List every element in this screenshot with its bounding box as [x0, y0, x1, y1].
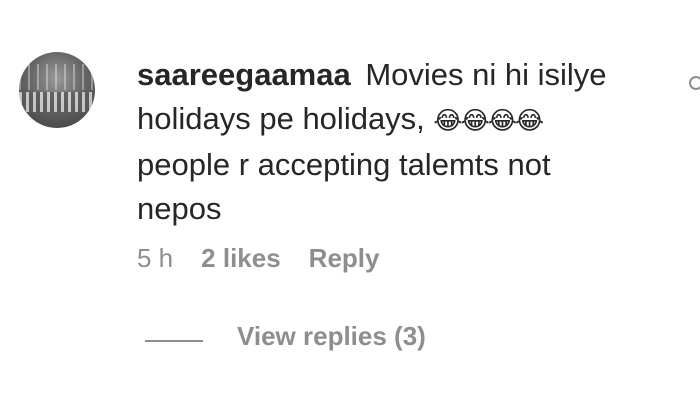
- avatar-pattern: [19, 64, 95, 90]
- avatar[interactable]: [19, 52, 95, 128]
- replies-divider: [145, 340, 203, 342]
- comment-body: saareegaamaa Movies ni hi isilye holiday…: [137, 53, 607, 231]
- comment-meta: 5 h 2 likes Reply: [137, 238, 379, 278]
- comment-text-continued: people r accepting talemts not nepos: [137, 147, 551, 226]
- likes-count-button[interactable]: 2 likes: [201, 243, 281, 274]
- timestamp[interactable]: 5 h: [137, 243, 173, 274]
- heart-icon[interactable]: [689, 76, 700, 90]
- reply-button[interactable]: Reply: [309, 243, 380, 274]
- username-link[interactable]: saareegaamaa: [137, 57, 351, 92]
- view-replies-button[interactable]: View replies (3): [237, 321, 426, 352]
- laughing-emoji: 😂😂😂😂: [433, 107, 544, 135]
- avatar-pattern: [19, 92, 95, 112]
